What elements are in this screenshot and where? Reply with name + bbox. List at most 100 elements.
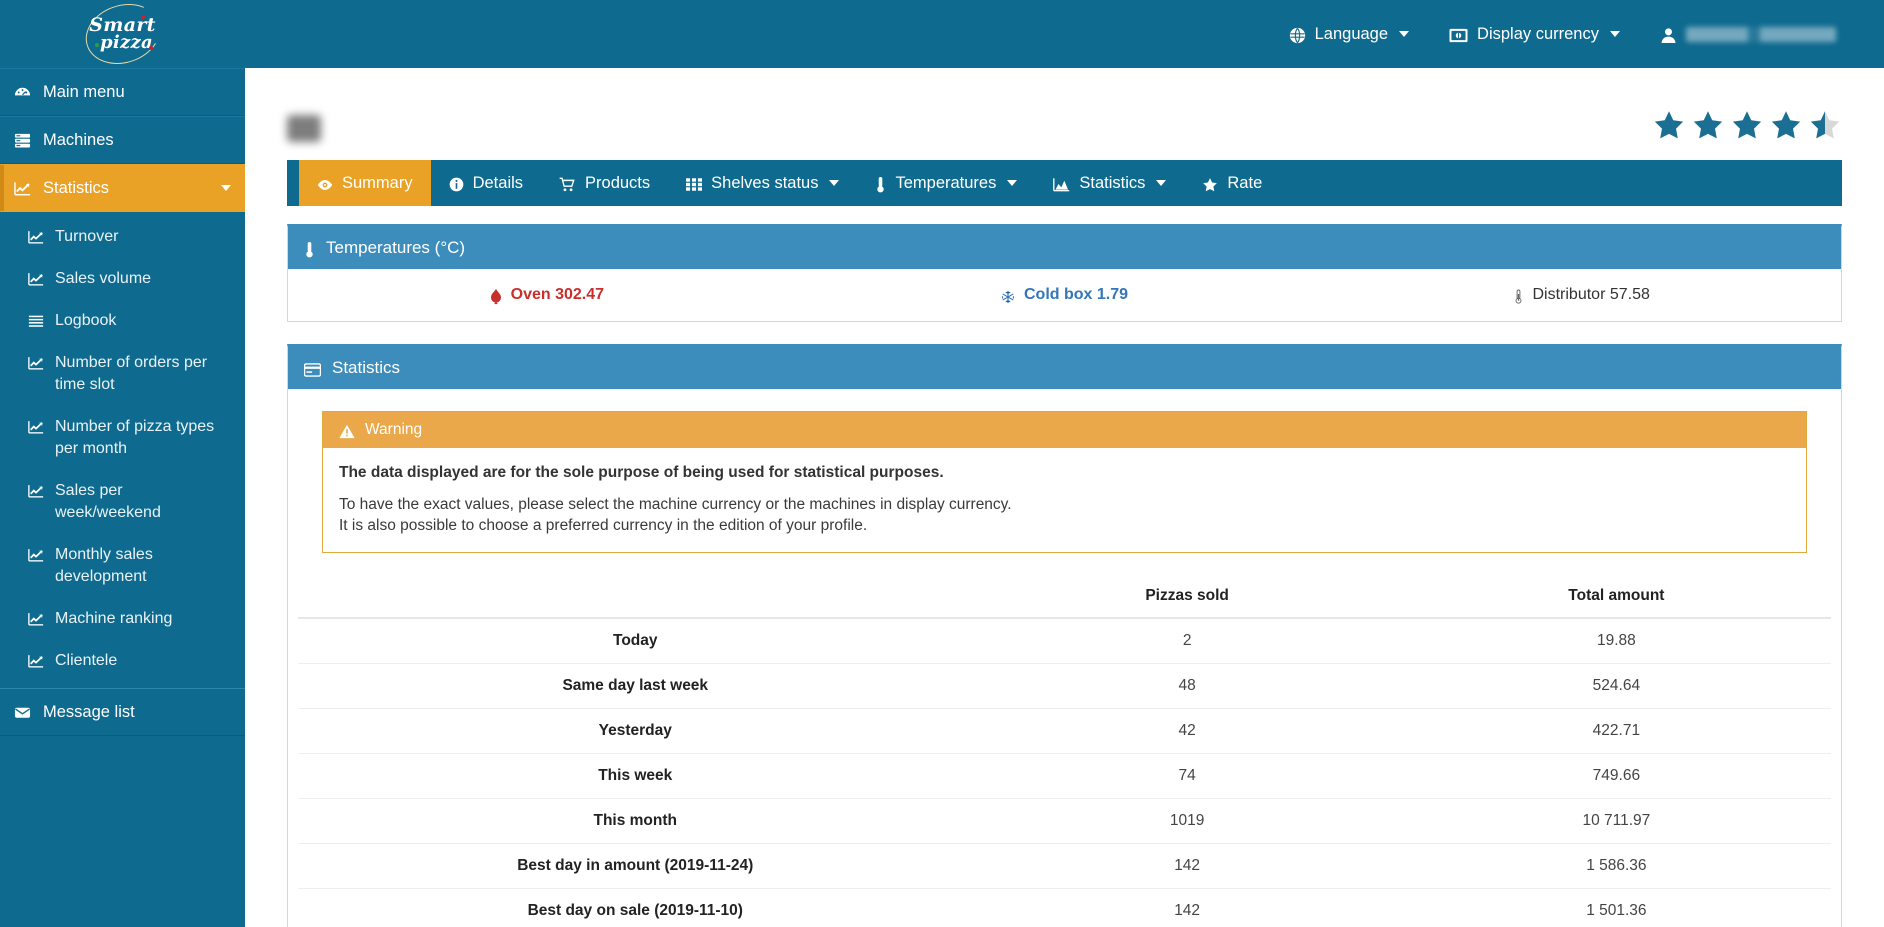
sidebar-item-orders-per-time-slot[interactable]: Number of orders per time slot	[0, 342, 245, 406]
thermometer-icon	[875, 176, 886, 193]
table-row: Today 2 19.88	[298, 617, 1831, 664]
tab-label: Statistics	[1079, 173, 1146, 192]
tab-details[interactable]: Details	[431, 160, 541, 206]
sidebar-item-pizza-types-per-month[interactable]: Number of pizza types per month	[0, 406, 245, 470]
tab-temperatures[interactable]: Temperatures	[857, 160, 1035, 206]
temperature-reading-cold-box: Cold box 1.79	[806, 286, 1324, 304]
sidebar-item-monthly-sales-development[interactable]: Monthly sales development	[0, 534, 245, 598]
sidebar-item-machine-ranking[interactable]: Machine ranking	[0, 598, 245, 640]
chart-line-icon	[28, 271, 44, 287]
row-total-amount: 524.64	[1401, 663, 1831, 709]
sidebar-item-label: Main menu	[43, 83, 125, 101]
chevron-down-icon	[829, 180, 840, 186]
row-pizzas-sold: 142	[972, 843, 1402, 889]
sidebar-sub-label: Clientele	[55, 652, 118, 669]
row-label: Yesterday	[298, 708, 973, 754]
sidebar-sub-label: Monthly sales development	[55, 546, 153, 585]
display-currency-menu[interactable]: Display currency	[1429, 0, 1640, 68]
chevron-down-icon	[221, 185, 231, 191]
page-header	[245, 68, 1884, 160]
logo-dot-red-2	[148, 46, 153, 50]
envelope-icon	[14, 704, 31, 721]
row-total-amount: 19.88	[1401, 617, 1831, 664]
tab-products[interactable]: Products	[541, 160, 668, 206]
column-header-total-amount: Total amount	[1568, 587, 1665, 604]
chart-line-icon	[28, 483, 44, 499]
table-row: Best day in amount (2019-11-24) 142 1 58…	[298, 843, 1831, 889]
top-navigation: Language Display currency	[1269, 0, 1884, 68]
row-total-amount: 422.71	[1401, 708, 1831, 754]
tab-shelves-status[interactable]: Shelves status	[668, 160, 857, 206]
rating-star-1	[1652, 109, 1686, 147]
temperatures-panel: Temperatures (°C) Oven 302.47 Cold box 1…	[287, 224, 1842, 322]
user-account-menu[interactable]	[1640, 0, 1856, 68]
warning-bold-line: The data displayed are for the sole purp…	[339, 464, 944, 481]
temperatures-panel-title: Temperatures (°C)	[326, 238, 466, 257]
money-icon	[1449, 28, 1468, 43]
snowflake-icon	[1001, 290, 1015, 304]
row-pizzas-sold: 74	[972, 753, 1402, 799]
sidebar-item-statistics[interactable]: Statistics	[0, 164, 245, 212]
chart-line-icon	[14, 180, 31, 197]
sidebar-sub-label: Turnover	[55, 228, 119, 245]
temperature-readings: Oven 302.47 Cold box 1.79 Distributor 57…	[288, 269, 1841, 321]
brand-logo[interactable]: Smart pizza	[0, 0, 245, 74]
temperatures-panel-header: Temperatures (°C)	[288, 227, 1841, 269]
chevron-down-icon	[1399, 31, 1410, 37]
table-row: Best day on sale (2019-11-10) 142 1 501.…	[298, 888, 1831, 927]
distributor-temperature-value: Distributor 57.58	[1532, 286, 1650, 303]
temperatures-panel-body: Oven 302.47 Cold box 1.79 Distributor 57…	[288, 269, 1841, 321]
rating-star-5-half	[1808, 109, 1842, 147]
sidebar-item-clientele[interactable]: Clientele	[0, 640, 245, 682]
chart-line-icon	[28, 355, 44, 371]
tab-label: Shelves status	[711, 173, 819, 192]
chevron-down-icon	[1007, 180, 1018, 186]
sidebar-item-label: Message list	[43, 703, 135, 721]
row-pizzas-sold: 1019	[972, 798, 1402, 844]
sidebar-statistics-submenu: Turnover Sales volume Logbook Number of …	[0, 212, 245, 688]
sidebar-item-sales-per-week-weekend[interactable]: Sales per week/weekend	[0, 470, 245, 534]
row-label: Same day last week	[298, 663, 973, 709]
chevron-down-icon	[1610, 31, 1620, 37]
user-icon	[1660, 27, 1677, 44]
logo-dot-red	[140, 15, 145, 19]
cart-icon	[559, 177, 576, 192]
sidebar-item-sales-volume[interactable]: Sales volume	[0, 258, 245, 300]
warning-line-1: To have the exact values, please select …	[339, 496, 1012, 513]
tab-label: Summary	[342, 173, 413, 192]
row-label: This month	[298, 798, 973, 844]
logo-dot-green	[94, 43, 99, 47]
logo-text-line2: pizza	[99, 32, 154, 53]
sidebar-item-main-menu[interactable]: Main menu	[0, 68, 245, 116]
warning-alert-header: Warning	[323, 412, 1806, 448]
eye-icon	[317, 178, 333, 192]
machine-rating	[1652, 109, 1842, 147]
sidebar-item-machines[interactable]: Machines	[0, 116, 245, 164]
tab-rate[interactable]: Rate	[1184, 160, 1280, 206]
table-row: Yesterday 42 422.71	[298, 708, 1831, 754]
page-title-badge	[287, 114, 321, 142]
statistics-panel-header: Statistics	[288, 347, 1841, 389]
tab-summary[interactable]: Summary	[299, 160, 431, 206]
table-row: This week 74 749.66	[298, 753, 1831, 799]
row-label: Best day on sale (2019-11-10)	[298, 888, 973, 927]
sidebar-item-message-list[interactable]: Message list	[0, 688, 245, 736]
language-menu[interactable]: Language	[1269, 0, 1429, 68]
sidebar-item-logbook[interactable]: Logbook	[0, 300, 245, 342]
row-label: Best day in amount (2019-11-24)	[298, 843, 973, 889]
sidebar-item-label: Machines	[43, 131, 114, 149]
info-circle-icon	[449, 177, 464, 192]
tab-statistics[interactable]: Statistics	[1035, 160, 1184, 206]
warning-alert-title: Warning	[365, 421, 423, 438]
row-total-amount: 1 586.36	[1401, 843, 1831, 889]
chart-line-icon	[28, 547, 44, 563]
sidebar-item-turnover[interactable]: Turnover	[0, 216, 245, 258]
list-icon	[28, 313, 44, 329]
page-title	[287, 114, 337, 142]
row-pizzas-sold: 2	[972, 617, 1402, 664]
row-label: Today	[298, 617, 973, 664]
chevron-down-icon	[1156, 180, 1167, 186]
sidebar-sub-label: Number of orders per time slot	[55, 354, 208, 393]
globe-icon	[1289, 27, 1306, 44]
chart-line-icon	[28, 229, 44, 245]
